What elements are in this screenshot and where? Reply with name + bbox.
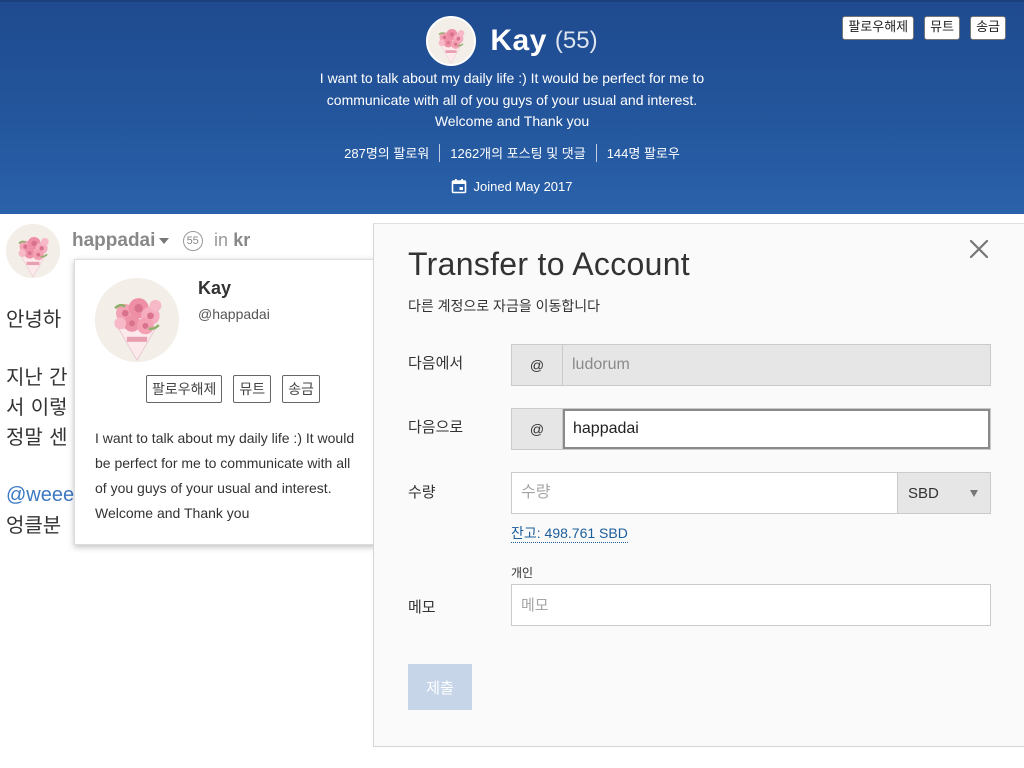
category-link[interactable]: kr (233, 230, 250, 250)
author-popover: Kay @happadai 팔로우해제 뮤트 송금 I want to talk… (74, 259, 394, 545)
followers-count[interactable]: 287명의 팔로워 (334, 143, 439, 162)
to-input[interactable] (563, 409, 990, 449)
profile-about: I want to talk about my daily life :) It… (0, 68, 1024, 133)
post-line: 지난 간 (6, 365, 68, 389)
reputation-badge: 55 (182, 230, 203, 251)
avatar[interactable] (426, 16, 477, 66)
amount-input[interactable] (512, 473, 897, 513)
post-line: 서 이렇 (6, 395, 68, 419)
transfer-button[interactable]: 송금 (282, 375, 320, 403)
currency-select[interactable]: SBD (897, 473, 990, 513)
popover-actions: 팔로우해제 뮤트 송금 (146, 375, 320, 403)
popover-handle[interactable]: @happadai (198, 306, 270, 322)
memo-privacy-hint: 개인 (511, 566, 534, 580)
unfollow-button[interactable]: 팔로우해제 (842, 16, 915, 40)
about-line: I want to talk about my daily life :) It… (95, 430, 355, 446)
mute-button[interactable]: 뮤트 (233, 375, 272, 403)
modal-title: Transfer to Account (408, 246, 690, 282)
calendar-icon (452, 179, 467, 194)
amount-field-group: SBD (511, 472, 991, 514)
profile-stats: 287명의 팔로워 1262개의 포스팅 및 댓글 144명 팔로우 (0, 143, 1024, 162)
memo-input[interactable] (511, 584, 991, 626)
about-line: be perfect for me to communicate with al… (95, 455, 351, 471)
reputation-score: (55) (554, 27, 598, 54)
post-author-info: happadai 55 in kr (72, 230, 250, 252)
about-line: I want to talk about my daily life :) It… (319, 70, 705, 86)
popover-name: Kay (198, 278, 232, 298)
caret-down-icon[interactable] (159, 237, 170, 244)
to-label: 다음으로 (408, 419, 464, 436)
unfollow-button[interactable]: 팔로우해제 (146, 375, 223, 403)
transfer-button[interactable]: 송금 (970, 16, 1006, 40)
to-field-group: @ (511, 408, 991, 450)
memo-label: 메모 (408, 599, 436, 616)
submit-button[interactable]: 제출 (408, 664, 472, 710)
in-label: in (213, 230, 228, 250)
about-line: Welcome and Thank you (434, 113, 590, 129)
avatar[interactable] (6, 224, 60, 278)
header-actions: 팔로우해제 뮤트 송금 (842, 16, 1006, 40)
profile-name: Kay (490, 24, 547, 57)
mute-button[interactable]: 뮤트 (924, 16, 961, 40)
at-prefix: @ (512, 345, 563, 385)
popover-about: I want to talk about my daily life :) It… (95, 426, 381, 526)
following-count[interactable]: 144명 팔로우 (597, 143, 690, 162)
post-line: 정말 센 (6, 425, 68, 449)
about-line: communicate with all of you guys of your… (326, 91, 698, 108)
user-mention-link[interactable]: @weee (6, 480, 74, 510)
from-label: 다음에서 (408, 355, 464, 372)
transfer-modal: Transfer to Account 다른 계정으로 자금을 이동합니다 다음… (373, 223, 1024, 747)
post-body: 안녕하 지난 간 서 이렇 정말 센 @weee 엉클분 (6, 304, 74, 540)
joined-date: Joined May 2017 (0, 178, 1024, 194)
amount-label: 수량 (408, 484, 436, 501)
from-input (563, 345, 990, 385)
about-line: Welcome and Thank you (95, 505, 250, 521)
modal-subtitle: 다른 계정으로 자금을 이동합니다 (408, 298, 600, 314)
close-icon[interactable] (968, 238, 990, 260)
about-line: of you guys of your usual and interest. (95, 480, 332, 496)
joined-label: Joined May 2017 (473, 178, 573, 194)
post-line: 엉클분 (6, 513, 62, 537)
posts-count: 1262개의 포스팅 및 댓글 (450, 146, 586, 161)
triangle-down-icon (970, 489, 978, 497)
balance-link[interactable]: 잔고: 498.761 SBD (511, 524, 628, 543)
at-prefix: @ (512, 409, 563, 449)
currency-value: SBD (908, 484, 939, 502)
profile-header: Kay (55) I want to talk about my daily l… (0, 0, 1024, 217)
from-field-group: @ (511, 344, 991, 386)
post-paragraph: 안녕하 (6, 307, 62, 331)
avatar[interactable] (95, 278, 179, 362)
author-link[interactable]: happadai (72, 230, 155, 251)
